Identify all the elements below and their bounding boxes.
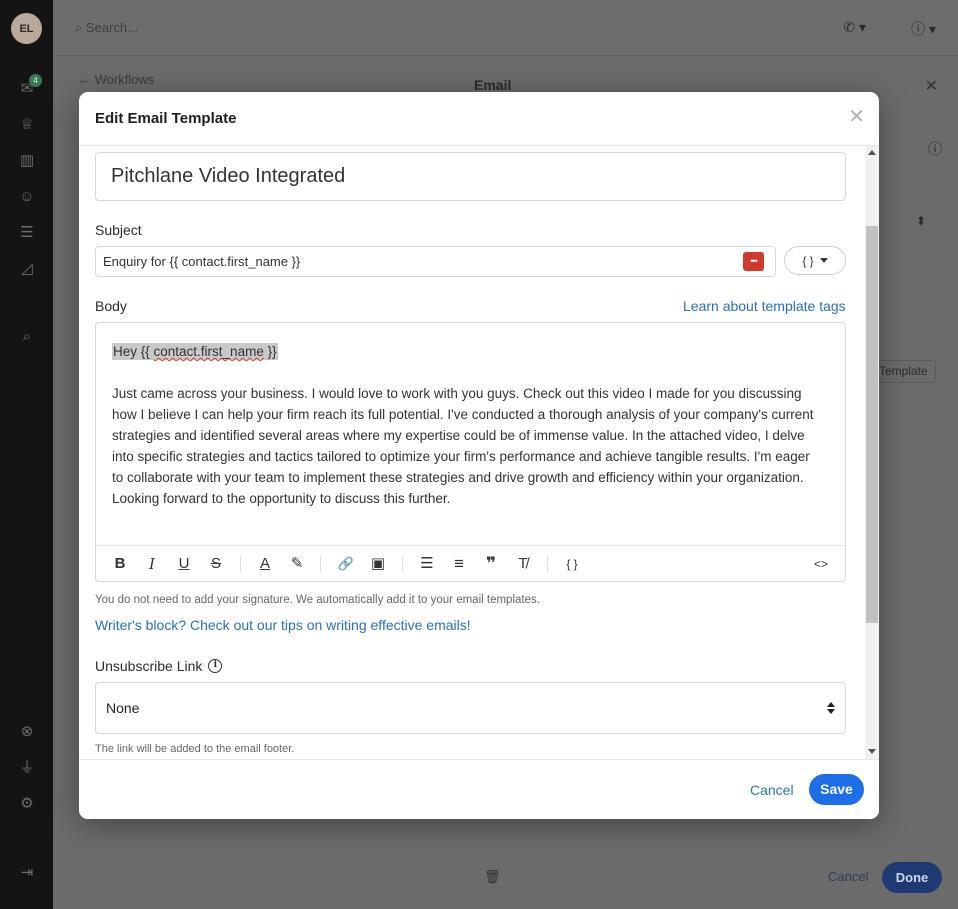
bold-icon[interactable]: B — [110, 554, 130, 574]
template-name-input[interactable] — [95, 152, 846, 201]
building-icon[interactable]: ▥ — [18, 152, 36, 170]
learn-template-tags-link[interactable]: Learn about template tags — [683, 298, 846, 314]
template-button[interactable]: Template — [872, 360, 936, 383]
global-search[interactable]: ⌕ Search... — [75, 20, 138, 36]
edit-email-template-modal: Edit Email Template ✕ Subject ••• { } Bo… — [79, 92, 879, 819]
done-button[interactable]: Done — [882, 862, 942, 893]
signature-hint: You do not need to add your signature. W… — [95, 594, 540, 606]
subject-input[interactable] — [95, 246, 776, 277]
unsubscribe-value: None — [106, 700, 140, 716]
modal-body: Subject ••• { } Body Learn about templat… — [79, 146, 865, 759]
person-icon[interactable]: ☺ — [18, 188, 36, 206]
help-center-icon[interactable]: ⊗ — [18, 723, 36, 741]
chart-icon[interactable]: ◿ — [18, 260, 36, 278]
toolbar-divider — [320, 556, 321, 572]
trash-icon[interactable]: 🗑 — [484, 869, 501, 885]
unsubscribe-hint: The link will be added to the email foot… — [95, 743, 295, 755]
panel-title: Email — [474, 77, 512, 93]
italic-icon[interactable]: I — [142, 554, 162, 574]
scroll-thumb[interactable] — [866, 226, 878, 623]
editor-content[interactable]: Hey {{ contact.first_name }} Just came a… — [112, 341, 824, 509]
link-icon[interactable]: 🔗 — [336, 554, 356, 574]
underline-icon[interactable]: U — [174, 554, 194, 574]
ordered-list-icon[interactable]: ≡ — [449, 554, 469, 574]
save-button[interactable]: Save — [809, 774, 864, 805]
greeting-tag: contact.first_name — [153, 344, 264, 359]
body-label: Body — [95, 298, 127, 314]
modal-footer: Cancel Save — [79, 759, 879, 819]
subject-label: Subject — [95, 222, 142, 238]
toolbar-divider — [240, 556, 241, 572]
info-icon[interactable]: i — [208, 659, 223, 673]
trophy-icon[interactable]: ♕ — [18, 116, 36, 134]
left-sidebar: EL ✉ 4 ♕ ▥ ☺ ☰ ◿ ⌕ ⊗ ⏚ ⚙ ⇥ — [0, 0, 53, 909]
modal-scrollbar[interactable] — [865, 146, 879, 759]
bullet-list-icon[interactable]: ☰ — [417, 554, 437, 574]
help-icon[interactable]: ⓘ ▾ — [911, 19, 936, 39]
clear-format-icon[interactable]: T̸ — [513, 554, 533, 574]
search-icon[interactable]: ⌕ — [18, 328, 36, 346]
source-code-icon[interactable]: <> — [811, 554, 831, 574]
highlight-icon[interactable]: ✎ — [287, 554, 307, 574]
close-icon[interactable]: ✕ — [848, 107, 865, 127]
select-arrows-icon — [827, 702, 835, 714]
panel-close-icon[interactable]: ✕ — [925, 76, 938, 96]
phone-icon[interactable]: ✆ ▾ — [843, 19, 866, 36]
password-manager-icon[interactable]: ••• — [743, 252, 764, 271]
info-icon[interactable]: ⓘ — [928, 139, 942, 159]
modal-header: Edit Email Template ✕ — [79, 92, 879, 146]
greeting-line: Hey {{ contact.first_name }} — [112, 341, 824, 362]
toolbar-divider — [547, 556, 548, 572]
plug-icon[interactable]: ⏚ — [18, 759, 36, 777]
editor-toolbar: B I U S A ✎ 🔗 ▣ ☰ ≡ ❞ T̸ { } <> — [96, 545, 845, 582]
template-tags-icon[interactable]: { } — [562, 554, 582, 574]
unsubscribe-label: Unsubscribe Link i — [95, 658, 223, 674]
braces-icon: { } — [802, 253, 814, 268]
scroll-up-icon[interactable] — [868, 150, 876, 155]
settings-gear-icon[interactable]: ⚙ — [18, 795, 36, 813]
top-bar: ⌕ Search... ✆ ▾ ⓘ ▾ — [53, 0, 958, 56]
writers-block-link[interactable]: Writer's block? Check out our tips on wr… — [95, 617, 471, 633]
quote-icon[interactable]: ❞ — [481, 554, 501, 574]
list-icon[interactable]: ☰ — [18, 224, 36, 242]
modal-title: Edit Email Template — [95, 110, 237, 127]
breadcrumb[interactable]: ← Workflows — [78, 72, 154, 87]
template-tags-dropdown[interactable]: { } — [784, 246, 846, 275]
notification-badge: 4 — [29, 74, 42, 87]
search-icon: ⌕ — [75, 20, 83, 35]
sort-icon[interactable]: ⬍ — [916, 214, 926, 228]
strikethrough-icon[interactable]: S — [206, 554, 226, 574]
scroll-down-icon[interactable] — [868, 749, 876, 754]
chevron-down-icon — [819, 258, 828, 263]
greeting-selection: Hey {{ contact.first_name }} — [112, 343, 278, 360]
toolbar-divider — [402, 556, 403, 572]
avatar[interactable]: EL — [11, 13, 42, 44]
collapse-icon[interactable]: ⇥ — [18, 864, 36, 882]
image-icon[interactable]: ▣ — [368, 554, 388, 574]
text-color-icon[interactable]: A — [255, 554, 275, 574]
panel-cancel-button[interactable]: Cancel — [828, 869, 868, 884]
body-editor[interactable]: Hey {{ contact.first_name }} Just came a… — [95, 322, 846, 582]
cancel-button[interactable]: Cancel — [750, 782, 794, 798]
unsubscribe-select[interactable]: None — [95, 682, 846, 734]
body-paragraph: Just came across your business. I would … — [112, 386, 814, 506]
